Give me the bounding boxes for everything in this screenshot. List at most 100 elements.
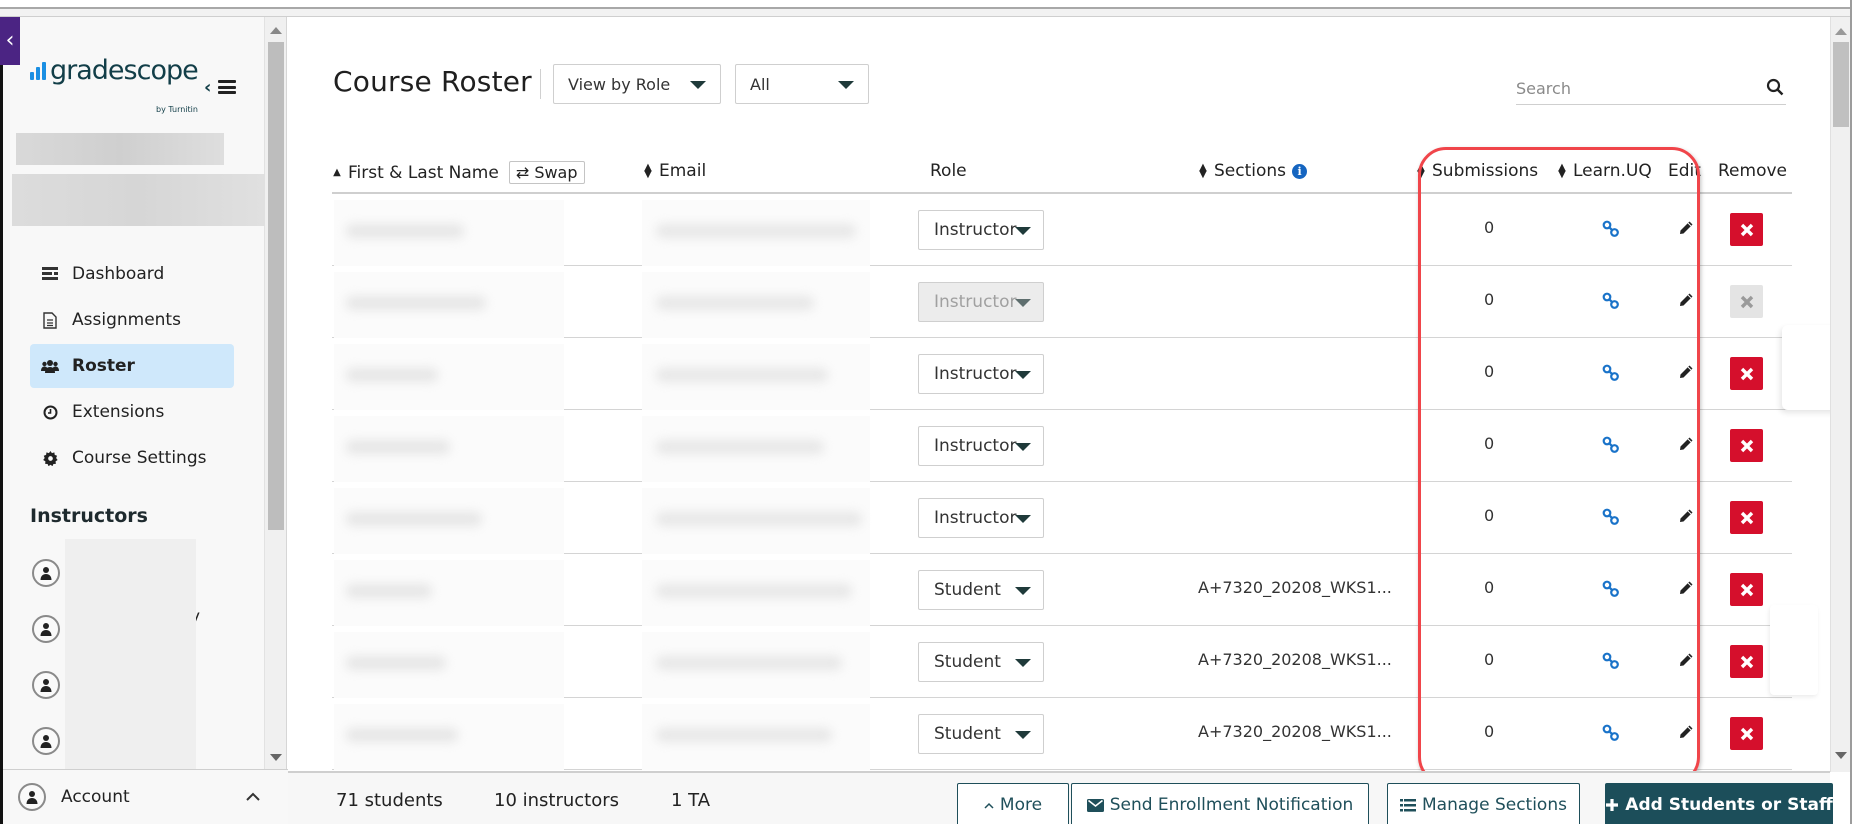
table-row: Instructor 0 — [332, 410, 1792, 482]
name-cell-redacted — [334, 344, 564, 410]
scroll-up-arrow-icon[interactable] — [270, 27, 282, 34]
sidebar-scrollbar[interactable] — [265, 17, 287, 769]
submissions-cell: 0 — [1484, 506, 1495, 525]
sidebar-item-label: Roster — [72, 356, 135, 376]
search-icon[interactable] — [1766, 78, 1784, 96]
envelope-icon — [1086, 798, 1104, 812]
column-header-submissions[interactable]: ▲ ▼ Submissions — [1416, 161, 1538, 181]
close-tab-button[interactable]: ‹ — [0, 17, 20, 65]
pencil-icon[interactable] — [1678, 364, 1694, 380]
column-header-lms[interactable]: ▲ ▼ Learn.UQ — [1557, 161, 1652, 181]
add-students-or-staff-button[interactable]: Add Students or Staff — [1605, 783, 1833, 824]
role-select[interactable]: Instructor — [918, 498, 1044, 538]
pencil-icon[interactable] — [1678, 436, 1694, 452]
role-filter-select[interactable]: All — [735, 64, 869, 104]
course-name-redacted — [12, 174, 265, 226]
name-cell-redacted — [334, 560, 564, 626]
column-header-email[interactable]: ▲ ▼ Email — [643, 161, 706, 181]
filter-select-value: All — [750, 74, 770, 94]
sidebar-item-roster[interactable]: Roster — [30, 344, 234, 388]
link-icon[interactable] — [1602, 508, 1620, 526]
role-value: Instructor — [934, 436, 1017, 456]
role-select[interactable]: Instructor — [918, 426, 1044, 466]
view-select-value: View by Role — [568, 74, 671, 94]
link-icon[interactable] — [1602, 364, 1620, 382]
section-cell: A+7320_20208_WKS1... — [1198, 722, 1392, 741]
link-icon[interactable] — [1602, 292, 1620, 310]
user-avatar-icon — [32, 727, 60, 755]
column-label: Sections — [1214, 161, 1287, 181]
collapse-sidebar-icon[interactable]: ‹ — [204, 77, 211, 98]
caret-down-icon — [1015, 227, 1031, 235]
pencil-icon[interactable] — [1678, 292, 1694, 308]
column-header-name[interactable]: ▲ First & Last Name ⇄ Swap — [332, 161, 585, 184]
table-row: Instructor 0 — [332, 482, 1792, 554]
link-icon[interactable] — [1602, 652, 1620, 670]
email-cell-redacted — [642, 560, 870, 626]
link-icon[interactable] — [1602, 580, 1620, 598]
user-avatar-icon — [32, 559, 60, 587]
role-select[interactable]: Student — [918, 642, 1044, 682]
title-divider — [540, 69, 541, 99]
table-row: Instructor 0 — [332, 266, 1792, 338]
link-icon[interactable] — [1602, 724, 1620, 742]
pencil-icon[interactable] — [1678, 220, 1694, 236]
gradescope-logo[interactable]: gradescope — [30, 55, 199, 86]
scroll-down-arrow-icon[interactable] — [270, 754, 282, 761]
send-enrollment-notification-button[interactable]: Send Enrollment Notification — [1071, 783, 1369, 824]
gear-icon — [40, 450, 60, 466]
role-select[interactable]: Instructor — [918, 354, 1044, 394]
info-icon[interactable]: i — [1292, 163, 1308, 179]
sort-icon: ▲ ▼ — [1417, 162, 1425, 180]
table-header: ▲ First & Last Name ⇄ Swap ▲ ▼ Email Role… — [332, 152, 1792, 194]
pencil-icon[interactable] — [1678, 580, 1694, 596]
hamburger-menu-icon[interactable] — [218, 80, 236, 94]
swap-name-button[interactable]: ⇄ Swap — [508, 161, 585, 184]
email-cell-redacted — [642, 344, 870, 410]
list-icon — [1400, 798, 1417, 812]
more-button[interactable]: More — [957, 783, 1069, 824]
main-scrollbar[interactable] — [1830, 17, 1850, 772]
search-input[interactable] — [1516, 74, 1746, 102]
scroll-up-arrow-icon[interactable] — [1835, 28, 1847, 35]
remove-button[interactable] — [1730, 429, 1763, 462]
remove-button[interactable] — [1730, 501, 1763, 534]
column-label: Email — [659, 161, 707, 181]
scrollbar-thumb[interactable] — [1833, 42, 1849, 127]
sidebar-item-course-settings[interactable]: Course Settings — [30, 436, 234, 480]
scroll-down-arrow-icon[interactable] — [1835, 752, 1847, 759]
remove-button[interactable] — [1730, 213, 1763, 246]
link-icon[interactable] — [1602, 220, 1620, 238]
sidebar-item-assignments[interactable]: Assignments — [30, 298, 234, 342]
role-select[interactable]: Instructor — [918, 210, 1044, 250]
remove-button[interactable] — [1730, 717, 1763, 750]
instructors-heading: Instructors — [30, 505, 148, 527]
submissions-cell: 0 — [1484, 434, 1495, 453]
pencil-icon[interactable] — [1678, 508, 1694, 524]
caret-down-icon — [1015, 299, 1031, 307]
view-by-role-select[interactable]: View by Role — [553, 64, 721, 104]
role-select[interactable]: Student — [918, 570, 1044, 610]
remove-button[interactable] — [1730, 357, 1763, 390]
scrollbar-thumb[interactable] — [268, 42, 284, 530]
manage-sections-label: Manage Sections — [1422, 795, 1567, 815]
link-icon[interactable] — [1602, 436, 1620, 454]
chevron-up-icon[interactable] — [246, 786, 260, 805]
pencil-icon[interactable] — [1678, 652, 1694, 668]
column-label: Submissions — [1432, 161, 1539, 181]
role-select[interactable]: Student — [918, 714, 1044, 754]
roster-footer: 71 students 10 instructors 1 TA More Sen… — [288, 771, 1833, 824]
name-cell-redacted — [334, 200, 564, 266]
column-header-sections[interactable]: ▲ ▼ Sections i — [1198, 161, 1308, 181]
account-menu[interactable]: Account — [0, 769, 288, 824]
sidebar-item-dashboard[interactable]: Dashboard — [30, 252, 234, 296]
ta-count: 1 TA — [671, 790, 711, 811]
manage-sections-button[interactable]: Manage Sections — [1387, 783, 1580, 824]
pencil-icon[interactable] — [1678, 724, 1694, 740]
remove-button[interactable] — [1730, 573, 1763, 606]
users-icon — [40, 359, 60, 374]
caret-down-icon — [690, 81, 706, 89]
email-cell-redacted — [642, 200, 870, 266]
remove-button[interactable] — [1730, 645, 1763, 678]
sidebar-item-extensions[interactable]: Extensions — [30, 390, 234, 434]
